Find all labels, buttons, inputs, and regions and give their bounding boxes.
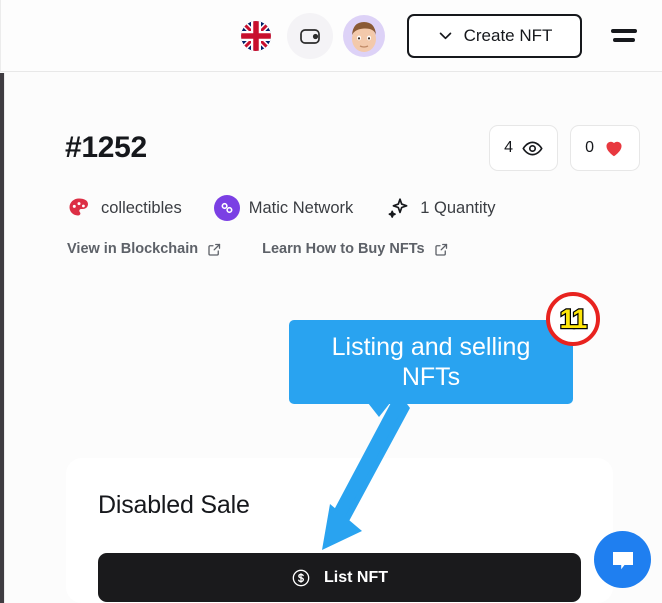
wallet-icon-container — [287, 12, 333, 59]
menu-bar-bottom — [613, 38, 635, 42]
meta-category-label: collectibles — [101, 198, 182, 217]
annotation-callout: Listing and selling NFTs — [289, 320, 573, 404]
likes-count: 0 — [585, 139, 594, 156]
page-title: #1252 — [65, 131, 147, 164]
meta-quantity: 1 Quantity — [385, 195, 495, 221]
eye-icon — [522, 141, 543, 155]
create-nft-button[interactable]: Create NFT — [407, 13, 582, 58]
views-stat-pill[interactable]: 4 — [489, 125, 559, 171]
stats-group: 4 0 — [489, 125, 640, 171]
create-nft-label: Create NFT — [463, 25, 553, 45]
step-number-badge: 11 — [546, 292, 600, 346]
annotation-callout-text: Listing and selling NFTs — [331, 332, 531, 392]
polygon-icon — [213, 195, 240, 221]
hamburger-menu-icon[interactable] — [604, 16, 644, 56]
title-row: #1252 4 0 — [65, 125, 640, 171]
chat-support-button[interactable] — [594, 531, 651, 588]
external-link-icon — [208, 243, 221, 256]
nft-metadata-row: collectibles Matic Network 1 Quantity — [66, 195, 527, 221]
sale-status-title: Disabled Sale — [98, 491, 250, 519]
meta-quantity-label: 1 Quantity — [420, 198, 496, 217]
learn-how-to-buy-nfts-label: Learn How to Buy NFTs — [262, 241, 425, 257]
top-header-bar: Create NFT — [0, 0, 662, 72]
dollar-circle-icon — [292, 569, 310, 586]
callout-tail — [368, 403, 390, 417]
user-avatar-button[interactable] — [341, 13, 387, 59]
heart-icon — [606, 141, 622, 157]
learn-how-to-buy-nfts-link[interactable]: Learn How to Buy NFTs — [262, 241, 448, 257]
view-in-blockchain-label: View in Blockchain — [67, 241, 199, 257]
likes-stat-pill[interactable]: 0 — [570, 125, 640, 171]
uk-flag-icon — [241, 20, 271, 51]
wallet-icon — [300, 28, 320, 44]
menu-bar-top — [611, 29, 637, 33]
list-nft-label: List NFT — [324, 568, 388, 586]
chat-bubble-icon — [612, 551, 633, 569]
external-links-row: View in Blockchain Learn How to Buy NFTs — [67, 241, 489, 257]
down-left-arrow-icon — [322, 400, 410, 550]
meta-category: collectibles — [66, 195, 182, 221]
avatar-face-icon — [352, 21, 376, 52]
chevron-down-icon — [439, 32, 451, 40]
wallet-button[interactable] — [287, 12, 333, 59]
external-link-icon — [434, 243, 447, 256]
sparkle-icon — [385, 195, 411, 221]
avatar — [343, 14, 385, 57]
nft-detail-page: Create NFT #1252 4 0 collectibles Matic … — [0, 0, 662, 603]
meta-network: Matic Network — [213, 195, 354, 221]
palette-icon — [66, 195, 92, 221]
list-nft-button[interactable]: List NFT — [98, 553, 581, 602]
step-number-value: 11 — [558, 302, 588, 335]
view-in-blockchain-link[interactable]: View in Blockchain — [67, 241, 222, 257]
meta-network-label: Matic Network — [248, 198, 354, 217]
language-selector-button[interactable] — [233, 13, 279, 59]
views-count: 4 — [504, 139, 514, 156]
